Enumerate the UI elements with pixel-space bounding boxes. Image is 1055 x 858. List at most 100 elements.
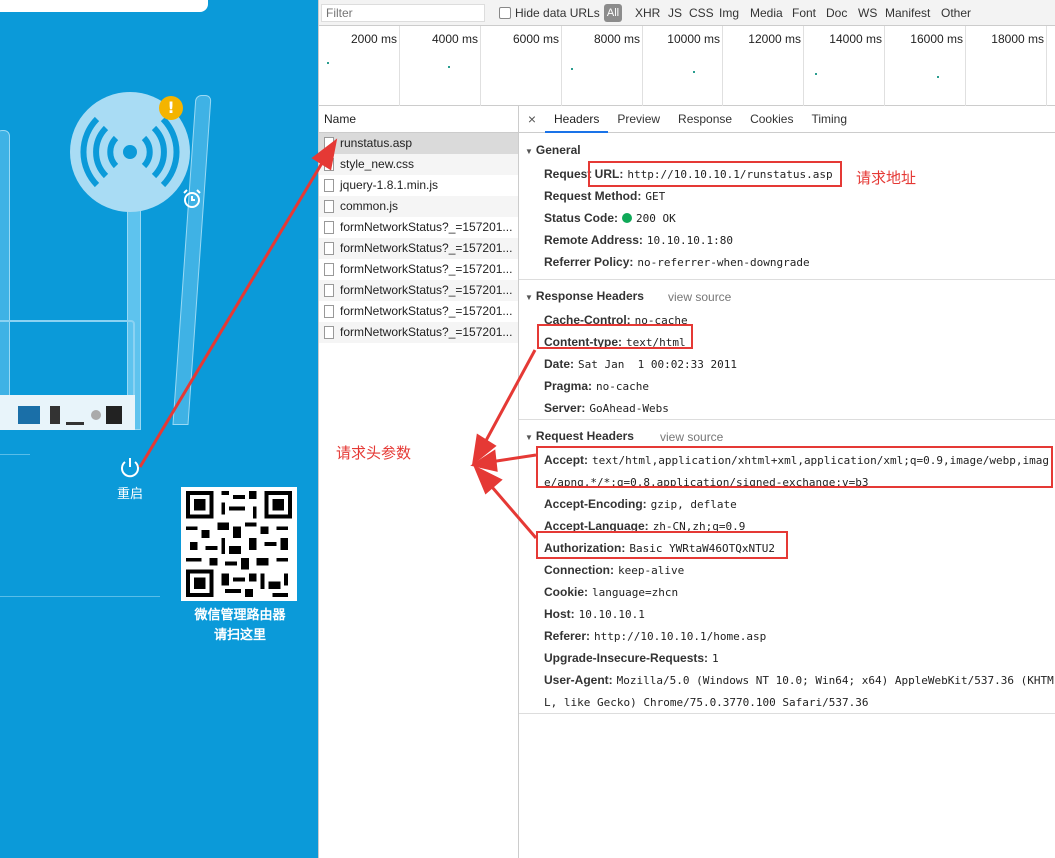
reboot-label[interactable]: 重启: [112, 483, 148, 502]
header-connection: Connection: keep-alive: [544, 563, 684, 577]
checkbox-icon[interactable]: [499, 7, 511, 19]
view-source-link[interactable]: view source: [660, 430, 723, 444]
timeline-request-mark: [937, 76, 939, 78]
file-icon: [324, 221, 334, 234]
power-icon[interactable]: [118, 456, 142, 480]
power-port-icon: [106, 406, 122, 424]
request-row[interactable]: style_new.css: [319, 154, 518, 175]
header-cookie: Cookie: language=zhcn: [544, 585, 678, 599]
wan-port-icon: [50, 406, 60, 424]
header-user-agent-continued: L, like Gecko) Chrome/75.0.3770.100 Safa…: [544, 695, 869, 709]
header-key: Pragma:: [544, 379, 593, 393]
header-accept-encoding: Accept-Encoding: gzip, deflate: [544, 497, 737, 511]
header-key: Host:: [544, 607, 575, 621]
timeline-gridline: [965, 26, 966, 106]
filter-type-other[interactable]: Other: [941, 6, 971, 20]
request-row[interactable]: runstatus.asp: [319, 133, 518, 154]
request-row[interactable]: formNetworkStatus?_=157201...: [319, 238, 518, 259]
top-nav-tab[interactable]: [0, 0, 208, 12]
filter-type-media[interactable]: Media: [750, 6, 783, 20]
header-value: 10.10.10.1:80: [646, 234, 734, 247]
header-referrer-policy: Referrer Policy: no-referrer-when-downgra…: [544, 255, 810, 269]
timeline-tick: 18000 ms: [991, 32, 1044, 46]
section-title: General: [535, 143, 581, 157]
header-server: Server: GoAhead-Webs: [544, 401, 669, 415]
devtools-network-panel: Hide data URLs All XHR JS CSS Img Media …: [318, 0, 1055, 858]
file-icon: [324, 242, 334, 255]
header-key: Accept-Encoding:: [544, 497, 647, 511]
tab-timing[interactable]: Timing: [802, 106, 856, 133]
request-row[interactable]: formNetworkStatus?_=157201...: [319, 280, 518, 301]
annotation-request-headers: 请求头参数: [336, 444, 412, 462]
request-name: formNetworkStatus?_=157201...: [340, 220, 513, 234]
filter-type-img[interactable]: Img: [719, 6, 739, 20]
timeline-request-mark: [815, 73, 817, 75]
response-headers-toggle[interactable]: ▼ Response Headers: [525, 289, 644, 303]
request-name: formNetworkStatus?_=157201...: [340, 283, 513, 297]
request-row[interactable]: common.js: [319, 196, 518, 217]
filter-type-css[interactable]: CSS: [689, 6, 714, 20]
header-key: Server:: [544, 401, 586, 415]
timeline-request-mark: [448, 66, 450, 68]
file-icon: [324, 284, 334, 297]
timeline-tick: 4000 ms: [431, 32, 478, 46]
filter-type-doc[interactable]: Doc: [826, 6, 847, 20]
tab-response[interactable]: Response: [669, 106, 741, 133]
header-key: Upgrade-Insecure-Requests:: [544, 651, 709, 665]
request-row[interactable]: formNetworkStatus?_=157201...: [319, 259, 518, 280]
general-section-toggle[interactable]: ▼ General: [525, 143, 581, 157]
filter-type-all[interactable]: All: [604, 4, 622, 22]
header-key: Remote Address:: [544, 233, 643, 247]
hide-data-urls-label: Hide data URLs: [515, 6, 600, 20]
request-name: jquery-1.8.1.min.js: [340, 178, 439, 192]
file-icon: [324, 326, 334, 339]
timeline-tick: 14000 ms: [829, 32, 882, 46]
alarm-clock-icon[interactable]: [181, 188, 203, 210]
header-value: keep-alive: [618, 564, 685, 577]
header-key: Connection:: [544, 563, 614, 577]
timeline-gridline: [561, 26, 562, 106]
timeline-gridline: [803, 26, 804, 106]
annotation-request-url: 请求地址: [856, 169, 917, 187]
request-name: formNetworkStatus?_=157201...: [340, 304, 513, 318]
filter-type-ws[interactable]: WS: [858, 6, 877, 20]
filter-type-manifest[interactable]: Manifest: [885, 6, 930, 20]
request-name: formNetworkStatus?_=157201...: [340, 325, 513, 339]
timeline-gridline: [480, 26, 481, 106]
header-value: GoAhead-Webs: [589, 402, 669, 415]
tab-preview[interactable]: Preview: [608, 106, 669, 133]
request-row[interactable]: formNetworkStatus?_=157201...: [319, 322, 518, 343]
header-referer: Referer: http://10.10.10.1/home.asp: [544, 629, 766, 643]
view-source-link[interactable]: view source: [668, 290, 731, 304]
header-value: 10.10.10.1: [578, 608, 645, 621]
filter-type-font[interactable]: Font: [792, 6, 816, 20]
request-headers-toggle[interactable]: ▼ Request Headers: [525, 429, 634, 443]
request-row[interactable]: formNetworkStatus?_=157201...: [319, 301, 518, 322]
close-icon[interactable]: ×: [519, 111, 545, 127]
status-ok-icon: [622, 213, 633, 223]
file-icon: [324, 179, 334, 192]
header-value: no-cache: [596, 380, 650, 393]
filter-input[interactable]: [321, 4, 485, 22]
header-value: language=zhcn: [592, 586, 679, 599]
request-row[interactable]: formNetworkStatus?_=157201...: [319, 217, 518, 238]
highlight-accept: [536, 446, 1053, 488]
tab-cookies[interactable]: Cookies: [741, 106, 802, 133]
wechat-qr-code: [181, 487, 297, 601]
highlight-request-url: [588, 161, 842, 187]
filter-type-js[interactable]: JS: [668, 6, 682, 20]
header-value: 1: [712, 652, 719, 665]
filter-type-xhr[interactable]: XHR: [635, 6, 660, 20]
tab-headers[interactable]: Headers: [545, 106, 609, 133]
timeline-tick: 16000 ms: [910, 32, 963, 46]
name-column-header[interactable]: Name: [319, 106, 518, 133]
expand-triangle-icon: ▼: [525, 293, 533, 302]
header-key: Request Method:: [544, 189, 642, 203]
timeline-gridline: [399, 26, 400, 106]
network-overview-timeline[interactable]: 2000 ms 4000 ms 6000 ms 8000 ms 10000 ms…: [319, 26, 1055, 106]
timeline-tick: 10000 ms: [667, 32, 720, 46]
request-row[interactable]: jquery-1.8.1.min.js: [319, 175, 518, 196]
request-name: style_new.css: [340, 157, 415, 171]
hide-data-urls-checkbox[interactable]: Hide data URLs: [499, 6, 600, 20]
general-section: ▼ General Request URL: http://10.10.10.1/r…: [519, 134, 1055, 280]
